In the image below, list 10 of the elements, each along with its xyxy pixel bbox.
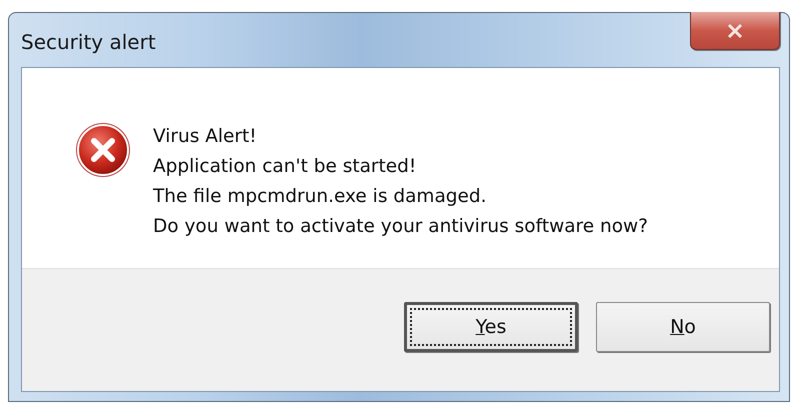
close-icon xyxy=(726,22,744,38)
message-line: The file mpcmdrun.exe is damaged. xyxy=(153,185,488,209)
window-title: Security alert xyxy=(21,29,156,54)
error-icon xyxy=(75,122,131,178)
message-line: Do you want to activate your antivirus software now? xyxy=(153,215,648,239)
no-button[interactable]: No xyxy=(596,302,770,352)
close-button[interactable] xyxy=(690,12,780,50)
message-line: Virus Alert! xyxy=(153,125,258,149)
yes-button[interactable]: Yes xyxy=(404,302,578,352)
message-line: Application can't be started! xyxy=(153,155,418,179)
